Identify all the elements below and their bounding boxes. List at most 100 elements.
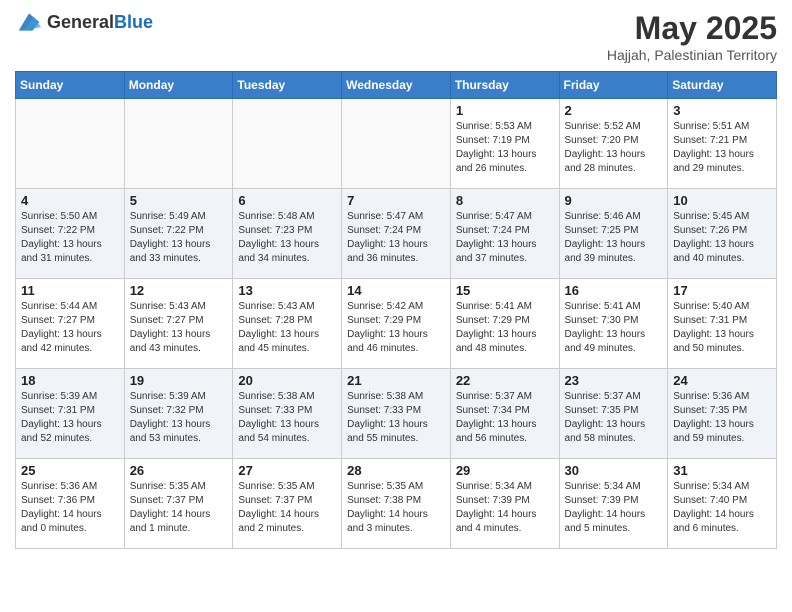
- day-info: Sunrise: 5:43 AM Sunset: 7:27 PM Dayligh…: [130, 300, 228, 356]
- day-info: Sunrise: 5:44 AM Sunset: 7:27 PM Dayligh…: [21, 300, 119, 356]
- day-number: 9: [565, 193, 663, 208]
- day-info: Sunrise: 5:46 AM Sunset: 7:25 PM Dayligh…: [565, 210, 663, 266]
- day-info: Sunrise: 5:48 AM Sunset: 7:23 PM Dayligh…: [238, 210, 336, 266]
- day-number: 2: [565, 103, 663, 118]
- day-info: Sunrise: 5:50 AM Sunset: 7:22 PM Dayligh…: [21, 210, 119, 266]
- calendar-day-cell: 3 Sunrise: 5:51 AM Sunset: 7:21 PM Daylig…: [668, 99, 777, 189]
- calendar-day-cell: 21 Sunrise: 5:38 AM Sunset: 7:33 PM Dayli…: [342, 369, 451, 459]
- day-info: Sunrise: 5:52 AM Sunset: 7:20 PM Dayligh…: [565, 120, 663, 176]
- calendar-day-cell: 7Sunrise: 5:47 AM Sunset: 7:24 PM Daylig…: [342, 189, 451, 279]
- day-number: 1: [456, 103, 554, 118]
- logo: GeneralBlue: [15, 10, 153, 34]
- day-number: 8: [456, 193, 554, 208]
- calendar-day-cell: 31 Sunrise: 5:34 AM Sunset: 7:40 PM Dayli…: [668, 459, 777, 549]
- calendar-day-cell: 4 Sunrise: 5:50 AM Sunset: 7:22 PM Daylig…: [16, 189, 125, 279]
- day-number: 17: [673, 283, 771, 298]
- day-info: Sunrise: 5:38 AM Sunset: 7:33 PM Dayligh…: [347, 390, 445, 446]
- day-info: Sunrise: 5:43 AM Sunset: 7:28 PM Dayligh…: [238, 300, 336, 356]
- calendar-week-row: 11 Sunrise: 5:44 AM Sunset: 7:27 PM Dayli…: [16, 279, 777, 369]
- day-info: Sunrise: 5:41 AM Sunset: 7:30 PM Dayligh…: [565, 300, 663, 356]
- month-year-title: May 2025: [607, 10, 777, 47]
- logo-icon: [15, 10, 43, 34]
- day-info: Sunrise: 5:45 AM Sunset: 7:26 PM Dayligh…: [673, 210, 771, 266]
- day-info: Sunrise: 5:39 AM Sunset: 7:31 PM Dayligh…: [21, 390, 119, 446]
- day-number: 12: [130, 283, 228, 298]
- calendar-day-cell: 24 Sunrise: 5:36 AM Sunset: 7:35 PM Dayli…: [668, 369, 777, 459]
- weekday-header-cell: Sunday: [16, 72, 125, 99]
- calendar-day-cell: 14 Sunrise: 5:42 AM Sunset: 7:29 PM Dayli…: [342, 279, 451, 369]
- calendar-day-cell: 9 Sunrise: 5:46 AM Sunset: 7:25 PM Daylig…: [559, 189, 668, 279]
- calendar-day-cell: 22Sunrise: 5:37 AM Sunset: 7:34 PM Dayli…: [450, 369, 559, 459]
- weekday-header-row: SundayMondayTuesdayWednesdayThursdayFrid…: [16, 72, 777, 99]
- calendar-day-cell: 18 Sunrise: 5:39 AM Sunset: 7:31 PM Dayli…: [16, 369, 125, 459]
- calendar-day-cell: 20 Sunrise: 5:38 AM Sunset: 7:33 PM Dayli…: [233, 369, 342, 459]
- day-number: 30: [565, 463, 663, 478]
- day-info: Sunrise: 5:34 AM Sunset: 7:39 PM Dayligh…: [565, 480, 663, 536]
- day-info: Sunrise: 5:35 AM Sunset: 7:37 PM Dayligh…: [238, 480, 336, 536]
- day-info: Sunrise: 5:34 AM Sunset: 7:40 PM Dayligh…: [673, 480, 771, 536]
- day-number: 4: [21, 193, 119, 208]
- calendar-day-cell: [342, 99, 451, 189]
- day-info: Sunrise: 5:37 AM Sunset: 7:35 PM Dayligh…: [565, 390, 663, 446]
- calendar-day-cell: [124, 99, 233, 189]
- day-info: Sunrise: 5:49 AM Sunset: 7:22 PM Dayligh…: [130, 210, 228, 266]
- calendar-day-cell: 29Sunrise: 5:34 AM Sunset: 7:39 PM Dayli…: [450, 459, 559, 549]
- weekday-header-cell: Thursday: [450, 72, 559, 99]
- calendar-day-cell: [16, 99, 125, 189]
- title-block: May 2025 Hajjah, Palestinian Territory: [607, 10, 777, 63]
- day-number: 3: [673, 103, 771, 118]
- calendar-week-row: 4 Sunrise: 5:50 AM Sunset: 7:22 PM Daylig…: [16, 189, 777, 279]
- day-number: 26: [130, 463, 228, 478]
- logo-blue: Blue: [114, 12, 153, 32]
- calendar-day-cell: 23Sunrise: 5:37 AM Sunset: 7:35 PM Dayli…: [559, 369, 668, 459]
- page-header: GeneralBlue May 2025 Hajjah, Palestinian…: [15, 10, 777, 63]
- calendar-day-cell: 10 Sunrise: 5:45 AM Sunset: 7:26 PM Dayli…: [668, 189, 777, 279]
- calendar-table: SundayMondayTuesdayWednesdayThursdayFrid…: [15, 71, 777, 549]
- day-number: 10: [673, 193, 771, 208]
- day-number: 15: [456, 283, 554, 298]
- calendar-day-cell: [233, 99, 342, 189]
- calendar-day-cell: 6 Sunrise: 5:48 AM Sunset: 7:23 PM Daylig…: [233, 189, 342, 279]
- calendar-day-cell: 2 Sunrise: 5:52 AM Sunset: 7:20 PM Daylig…: [559, 99, 668, 189]
- weekday-header-cell: Friday: [559, 72, 668, 99]
- day-number: 16: [565, 283, 663, 298]
- day-info: Sunrise: 5:35 AM Sunset: 7:37 PM Dayligh…: [130, 480, 228, 536]
- day-number: 21: [347, 373, 445, 388]
- day-number: 6: [238, 193, 336, 208]
- location-subtitle: Hajjah, Palestinian Territory: [607, 47, 777, 63]
- day-number: 19: [130, 373, 228, 388]
- day-number: 31: [673, 463, 771, 478]
- day-number: 24: [673, 373, 771, 388]
- logo-general: General: [47, 12, 114, 32]
- day-info: Sunrise: 5:47 AM Sunset: 7:24 PM Dayligh…: [347, 210, 445, 266]
- calendar-day-cell: 26 Sunrise: 5:35 AM Sunset: 7:37 PM Dayli…: [124, 459, 233, 549]
- day-number: 11: [21, 283, 119, 298]
- calendar-day-cell: 16 Sunrise: 5:41 AM Sunset: 7:30 PM Dayli…: [559, 279, 668, 369]
- day-number: 14: [347, 283, 445, 298]
- calendar-day-cell: 1Sunrise: 5:53 AM Sunset: 7:19 PM Daylig…: [450, 99, 559, 189]
- day-info: Sunrise: 5:34 AM Sunset: 7:39 PM Dayligh…: [456, 480, 554, 536]
- calendar-day-cell: 12 Sunrise: 5:43 AM Sunset: 7:27 PM Dayli…: [124, 279, 233, 369]
- day-info: Sunrise: 5:39 AM Sunset: 7:32 PM Dayligh…: [130, 390, 228, 446]
- calendar-day-cell: 17 Sunrise: 5:40 AM Sunset: 7:31 PM Dayli…: [668, 279, 777, 369]
- calendar-day-cell: 13 Sunrise: 5:43 AM Sunset: 7:28 PM Dayli…: [233, 279, 342, 369]
- day-number: 13: [238, 283, 336, 298]
- day-number: 18: [21, 373, 119, 388]
- day-info: Sunrise: 5:40 AM Sunset: 7:31 PM Dayligh…: [673, 300, 771, 356]
- calendar-day-cell: 28Sunrise: 5:35 AM Sunset: 7:38 PM Dayli…: [342, 459, 451, 549]
- calendar-day-cell: 30 Sunrise: 5:34 AM Sunset: 7:39 PM Dayli…: [559, 459, 668, 549]
- day-info: Sunrise: 5:36 AM Sunset: 7:35 PM Dayligh…: [673, 390, 771, 446]
- calendar-day-cell: 25Sunrise: 5:36 AM Sunset: 7:36 PM Dayli…: [16, 459, 125, 549]
- calendar-week-row: 1Sunrise: 5:53 AM Sunset: 7:19 PM Daylig…: [16, 99, 777, 189]
- day-number: 27: [238, 463, 336, 478]
- day-info: Sunrise: 5:38 AM Sunset: 7:33 PM Dayligh…: [238, 390, 336, 446]
- day-number: 20: [238, 373, 336, 388]
- calendar-week-row: 25Sunrise: 5:36 AM Sunset: 7:36 PM Dayli…: [16, 459, 777, 549]
- calendar-day-cell: 5 Sunrise: 5:49 AM Sunset: 7:22 PM Daylig…: [124, 189, 233, 279]
- day-number: 22: [456, 373, 554, 388]
- day-info: Sunrise: 5:41 AM Sunset: 7:29 PM Dayligh…: [456, 300, 554, 356]
- day-info: Sunrise: 5:42 AM Sunset: 7:29 PM Dayligh…: [347, 300, 445, 356]
- day-info: Sunrise: 5:51 AM Sunset: 7:21 PM Dayligh…: [673, 120, 771, 176]
- day-number: 5: [130, 193, 228, 208]
- weekday-header-cell: Saturday: [668, 72, 777, 99]
